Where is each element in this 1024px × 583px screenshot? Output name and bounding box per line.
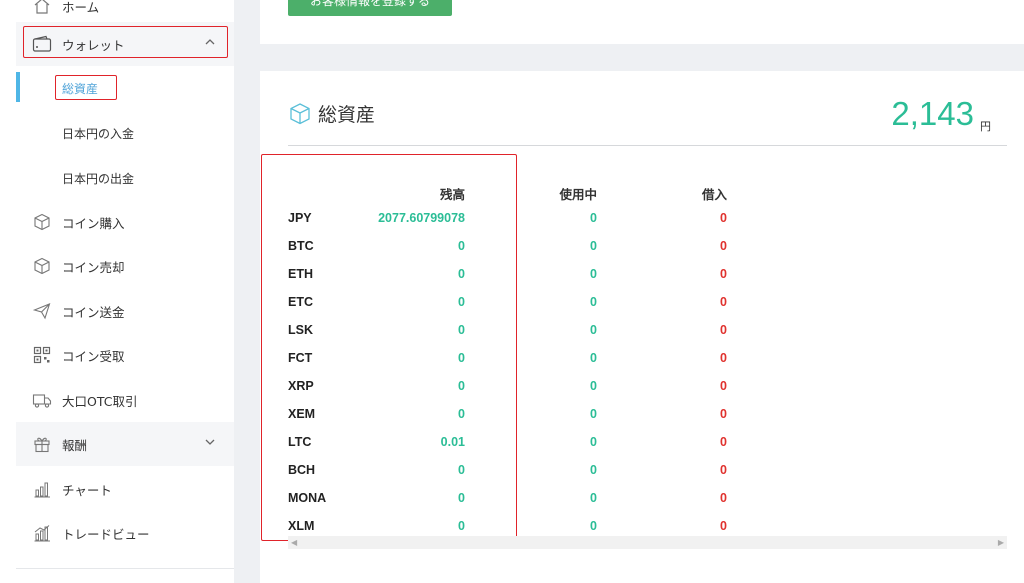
sidebar-item-coin-sell[interactable]: コイン売却 <box>16 244 234 288</box>
sidebar-item-coin-receive[interactable]: コイン受取 <box>16 333 234 377</box>
asset-in-use: 0 <box>590 379 597 393</box>
column-header-borrowed: 借入 <box>701 187 727 202</box>
highlight-box-total-assets <box>55 75 117 100</box>
sidebar-item-chart[interactable]: チャート <box>16 467 234 511</box>
truck-icon <box>32 390 52 410</box>
chevron-down-icon <box>204 436 216 451</box>
sidebar-item-label: ホーム <box>62 0 100 15</box>
asset-borrowed: 0 <box>720 323 727 337</box>
asset-borrowed: 0 <box>720 491 727 505</box>
sidebar-item-otc[interactable]: 大口OTC取引 <box>16 378 234 422</box>
asset-in-use: 0 <box>590 463 597 477</box>
sidebar-subitem-jpy-deposit[interactable]: 日本円の入金 <box>62 125 134 142</box>
asset-borrowed: 0 <box>720 519 727 533</box>
cube-icon <box>32 212 52 232</box>
cube-icon <box>288 102 312 130</box>
scroll-right-icon[interactable]: ▶ <box>998 538 1004 547</box>
asset-borrowed: 0 <box>720 407 727 421</box>
horizontal-scrollbar[interactable]: ◀ ▶ <box>288 536 1007 549</box>
sidebar-item-label: コイン売却 <box>62 259 125 275</box>
sidebar-subitem-jpy-withdraw[interactable]: 日本円の出金 <box>62 170 134 187</box>
sidebar-item-reward[interactable]: 報酬 <box>16 422 234 466</box>
highlight-box-balances <box>261 154 517 541</box>
cube-icon <box>32 256 52 276</box>
sidebar-item-label: コイン受取 <box>62 348 125 364</box>
home-icon <box>32 0 52 16</box>
sidebar-item-label: 大口OTC取引 <box>62 393 138 409</box>
bar-chart-icon <box>32 523 52 543</box>
asset-in-use: 0 <box>590 435 597 449</box>
total-assets-value: 2,143 <box>891 95 974 132</box>
sidebar-item-tradeview[interactable]: トレードビュー <box>16 511 234 555</box>
scroll-left-icon[interactable]: ◀ <box>291 538 297 547</box>
paper-plane-icon <box>32 301 52 321</box>
asset-in-use: 0 <box>590 351 597 365</box>
title-divider <box>288 145 1007 146</box>
asset-in-use: 0 <box>590 491 597 505</box>
register-info-button[interactable]: お客様情報を登録する <box>288 0 452 16</box>
asset-in-use: 0 <box>590 407 597 421</box>
gift-icon <box>32 434 52 454</box>
total-assets-unit: 円 <box>980 120 991 133</box>
sidebar-item-label: トレードビュー <box>62 526 150 542</box>
asset-borrowed: 0 <box>720 239 727 253</box>
asset-in-use: 0 <box>590 267 597 281</box>
sidebar-item-label: 報酬 <box>62 437 88 453</box>
asset-borrowed: 0 <box>720 379 727 393</box>
asset-in-use: 0 <box>590 323 597 337</box>
sidebar: ホーム ウォレット 総資産 日本円の入金 日本円の出金 コイン購入 コイン売却 … <box>0 0 234 583</box>
sidebar-item-coin-send[interactable]: コイン送金 <box>16 289 234 333</box>
bar-chart-icon <box>32 479 52 499</box>
active-indicator <box>16 72 20 102</box>
sidebar-item-label: コイン送金 <box>62 304 125 320</box>
sidebar-item-label: チャート <box>62 482 112 498</box>
asset-in-use: 0 <box>590 239 597 253</box>
highlight-box-wallet <box>23 26 228 58</box>
sidebar-item-label: コイン購入 <box>62 215 125 231</box>
sidebar-item-coin-buy[interactable]: コイン購入 <box>16 200 234 244</box>
column-header-in-use: 使用中 <box>559 187 597 202</box>
sidebar-divider <box>16 568 234 569</box>
asset-borrowed: 0 <box>720 211 727 225</box>
qr-code-icon <box>32 345 52 365</box>
page-title: 総資産 <box>318 104 376 126</box>
asset-in-use: 0 <box>590 211 597 225</box>
asset-borrowed: 0 <box>720 267 727 281</box>
asset-in-use: 0 <box>590 295 597 309</box>
asset-in-use: 0 <box>590 519 597 533</box>
asset-borrowed: 0 <box>720 435 727 449</box>
asset-borrowed: 0 <box>720 295 727 309</box>
asset-borrowed: 0 <box>720 463 727 477</box>
asset-borrowed: 0 <box>720 351 727 365</box>
